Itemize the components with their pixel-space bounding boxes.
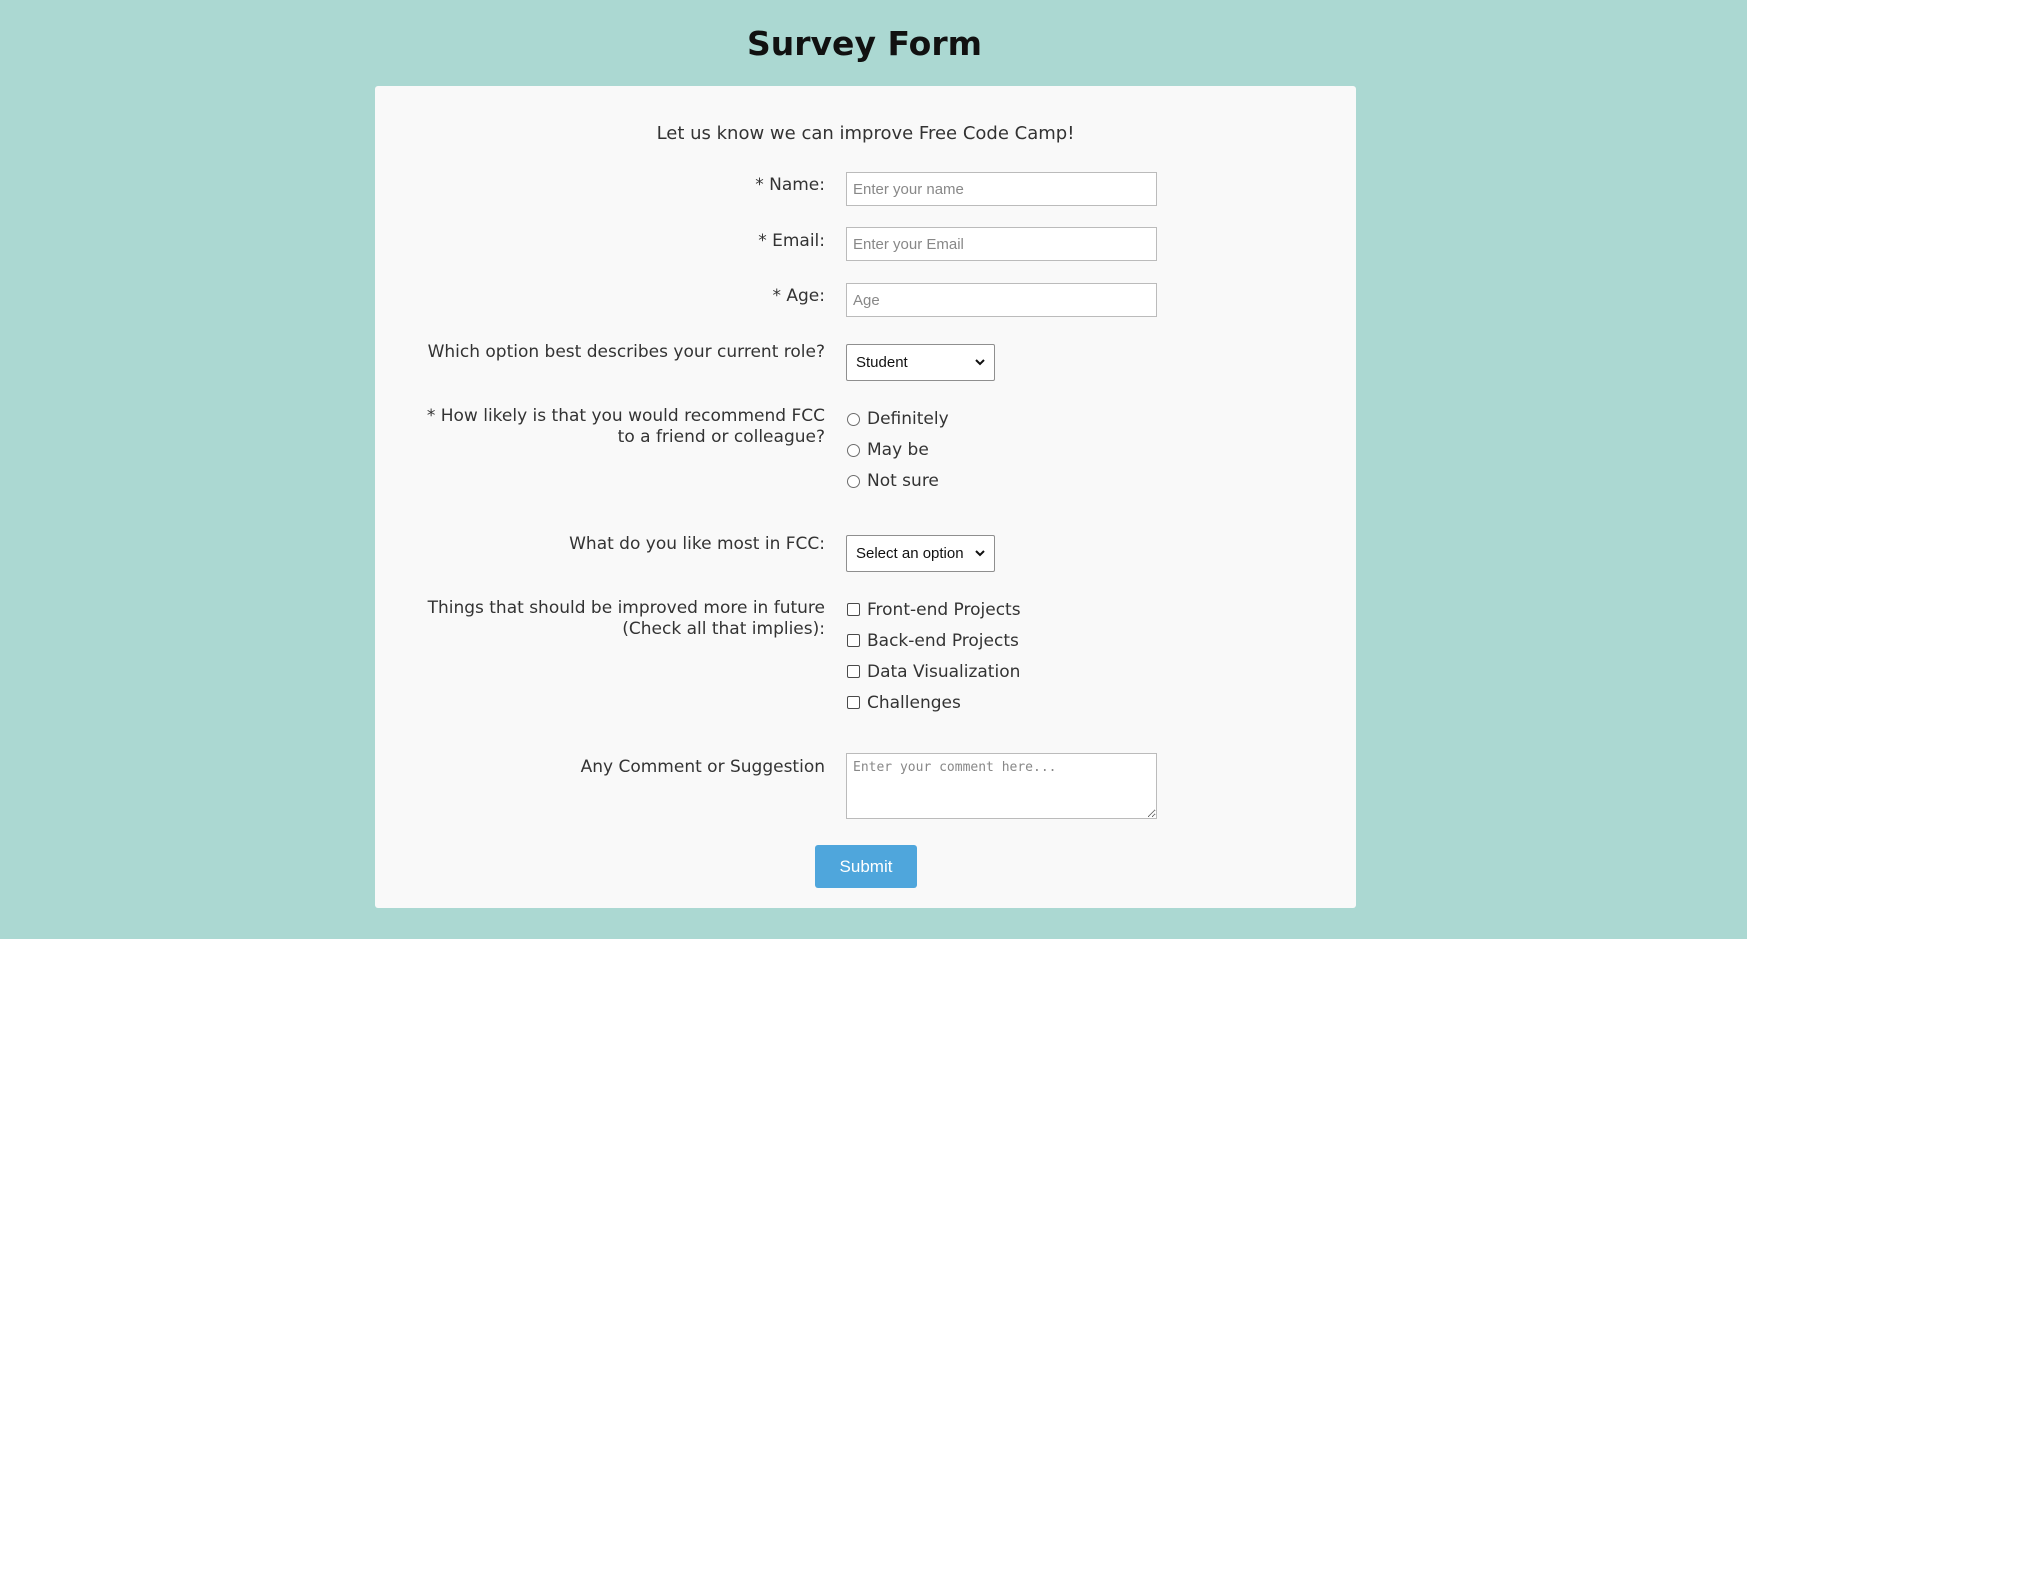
improve-label-line1: Things that should be improved more in f… [427,598,825,618]
email-input[interactable] [846,227,1157,261]
radio-button[interactable] [847,475,860,488]
age-input[interactable] [846,283,1157,317]
radio-button[interactable] [847,413,860,426]
radio-button[interactable] [847,444,860,457]
name-input[interactable] [846,172,1157,206]
like-most-dropdown[interactable]: Select an option [846,535,995,572]
form-subtitle: Let us know we can improve Free Code Cam… [656,123,1075,144]
recommend-label-line1: * How likely is that you would recommend… [426,406,825,426]
like-most-dropdown-value: Select an option [856,545,964,562]
comment-textarea[interactable] [846,753,1157,819]
like-most-label: What do you like most in FCC: [569,534,825,554]
comment-label: Any Comment or Suggestion [580,757,825,777]
role-dropdown-value: Student [856,354,908,371]
checkbox[interactable] [847,603,860,616]
radio-label: Not sure [867,471,939,491]
chevron-down-icon [975,550,985,557]
checkbox-label: Challenges [867,693,961,713]
role-label: Which option best describes your current… [427,342,825,362]
checkbox-label: Back-end Projects [867,631,1019,651]
email-label: * Email: [758,231,825,251]
survey-form: Let us know we can improve Free Code Cam… [375,86,1356,908]
chevron-down-icon [975,359,985,366]
recommend-label-line2: to a friend or colleague? [617,427,825,447]
role-dropdown[interactable]: Student [846,344,995,381]
radio-label: May be [867,440,929,460]
checkbox[interactable] [847,665,860,678]
improve-label: Things that should be improved more in f… [428,598,825,640]
checkbox[interactable] [847,696,860,709]
checkbox-label: Front-end Projects [867,600,1021,620]
age-label: * Age: [772,286,825,306]
checkbox-label: Data Visualization [867,662,1021,682]
checkbox[interactable] [847,634,860,647]
submit-button[interactable]: Submit [815,845,917,888]
page-title: Survey Form [747,24,982,63]
radio-label: Definitely [867,409,949,429]
recommend-label: * How likely is that you would recommend… [427,406,825,448]
improve-label-line2: (Check all that implies): [622,619,825,639]
name-label: * Name: [755,175,825,195]
